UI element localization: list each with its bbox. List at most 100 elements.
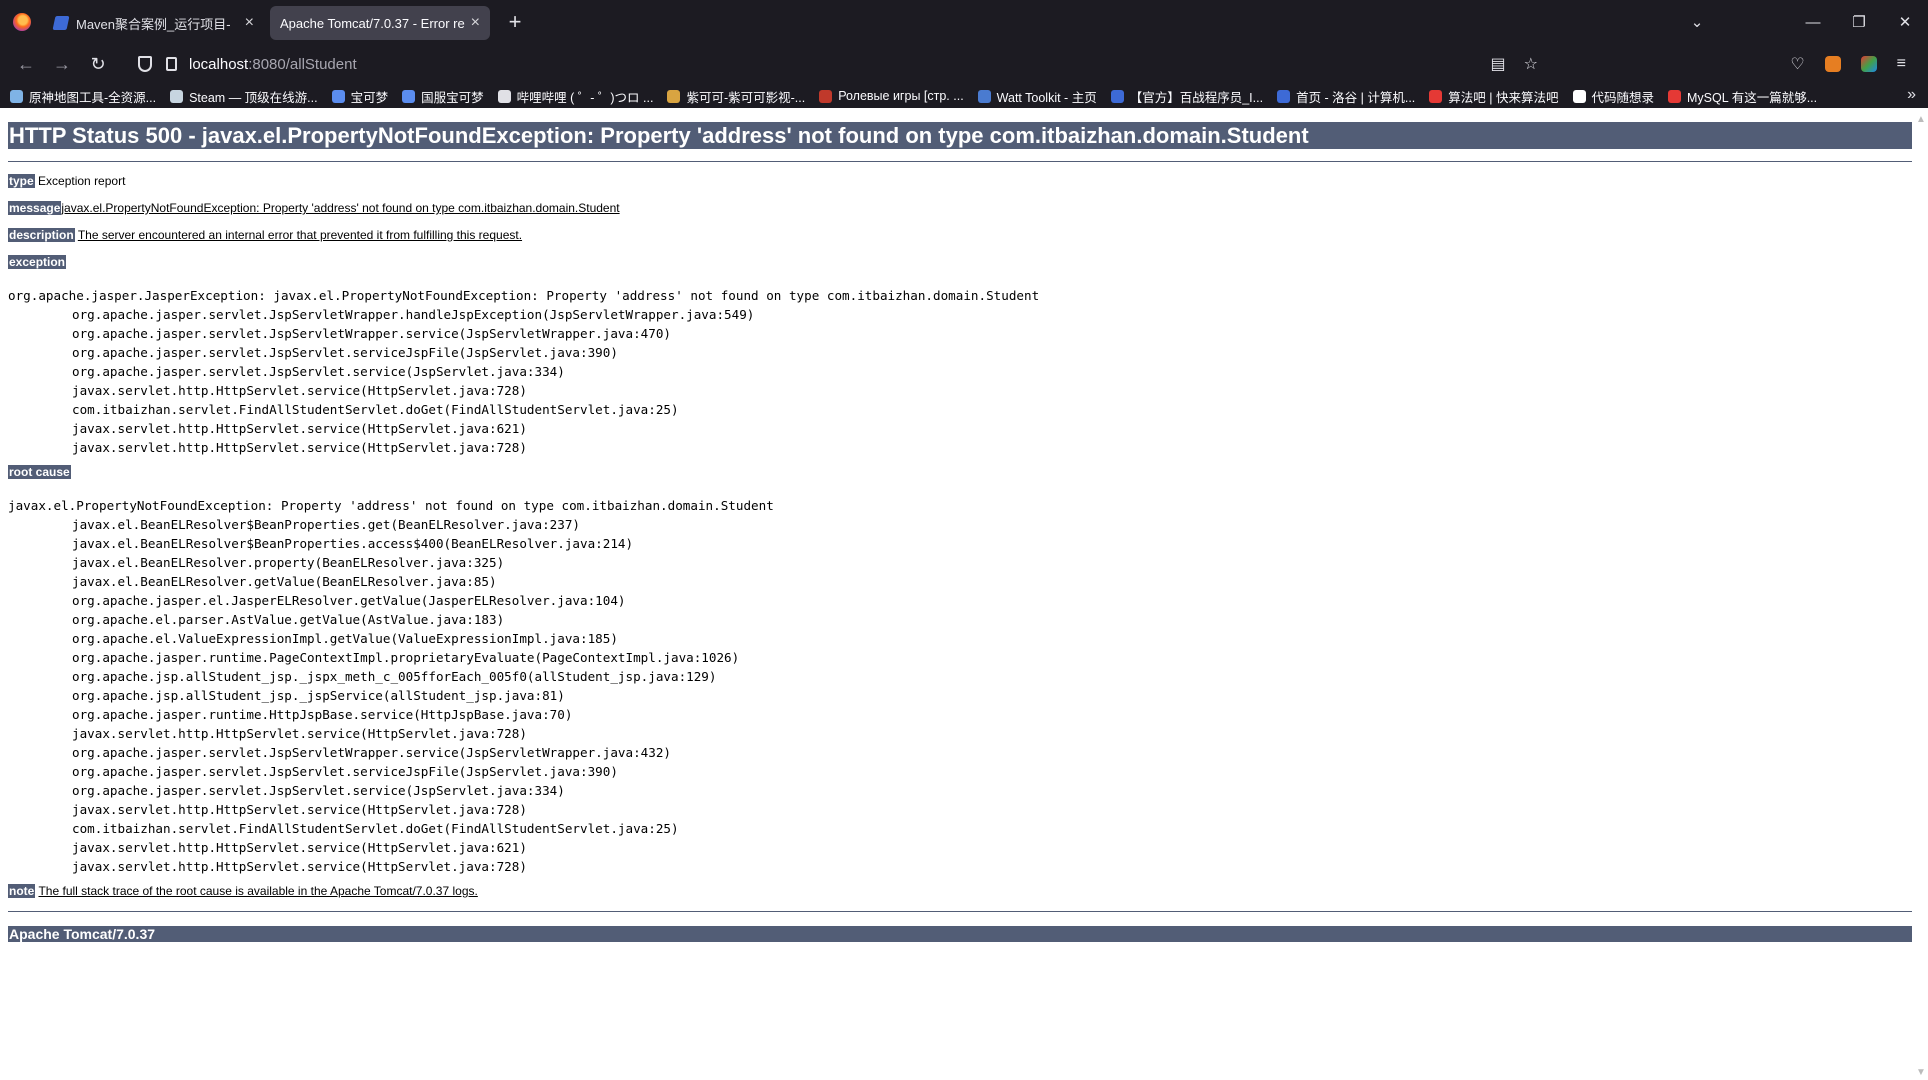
stack-frame: org.apache.jasper.servlet.JspServletWrap… xyxy=(72,326,671,341)
firefox-menu-icon[interactable] xyxy=(0,0,44,44)
stack-frame: org.apache.jasper.servlet.JspServlet.ser… xyxy=(72,364,565,379)
browser-chrome: Maven聚合案例_运行项目-【 × Apache Tomcat/7.0.37 … xyxy=(0,0,1928,108)
tab-tomcat-error[interactable]: Apache Tomcat/7.0.37 - Error rep × xyxy=(270,6,490,40)
url-path: :8080/allStudent xyxy=(248,55,357,73)
minimize-button[interactable]: — xyxy=(1790,14,1836,31)
note-label: note xyxy=(8,884,36,898)
forward-button[interactable]: → xyxy=(44,54,80,75)
bookmark-favicon-icon xyxy=(667,89,681,103)
extension-colorful-icon[interactable] xyxy=(1860,56,1877,72)
back-button[interactable]: ← xyxy=(8,54,44,75)
stack-frame: org.apache.jasper.runtime.HttpJspBase.se… xyxy=(72,707,573,722)
bookmark-item[interactable]: 宝可梦 xyxy=(331,87,389,106)
bookmark-label: Steam — 顶级在线游... xyxy=(189,90,318,105)
bookmark-favicon-icon xyxy=(170,89,184,103)
bookmark-favicon-icon xyxy=(10,89,23,103)
csdn-icon xyxy=(52,16,70,30)
bookmark-label: 紫可可-紫可可影视-... xyxy=(686,90,806,105)
note-row: note The full stack trace of the root ca… xyxy=(8,884,1912,899)
bookmark-item[interactable]: 代码随想录 xyxy=(1572,87,1655,106)
bookmark-star-icon[interactable]: ☆ xyxy=(1524,54,1538,74)
bookmarks-toolbar: 原神地图工具-全资源... Steam — 顶级在线游... 宝可梦 国服宝可梦 哔哩哔… xyxy=(0,84,1928,108)
divider xyxy=(8,911,1912,912)
bookmark-favicon-icon xyxy=(1277,89,1291,103)
bookmark-label: 算法吧 | 快来算法吧 xyxy=(1448,90,1559,105)
bookmark-favicon-icon xyxy=(1668,89,1682,103)
bookmark-item[interactable]: 哔哩哔哩 ( ゜- ゜)つロ ... xyxy=(497,87,654,106)
bookmark-label: 【官方】百战程序员_I... xyxy=(1129,90,1264,105)
stack-frame: org.apache.jsp.allStudent_jsp._jspServic… xyxy=(72,688,565,703)
scroll-down-icon[interactable]: ▼ xyxy=(1916,1067,1926,1078)
reader-view-icon[interactable]: ▤ xyxy=(1491,54,1506,74)
stack-frame: org.apache.jasper.servlet.JspServlet.ser… xyxy=(72,345,618,360)
bookmark-item[interactable]: Steam — 顶级在线游... xyxy=(170,87,318,106)
bookmark-favicon-icon xyxy=(1429,89,1443,103)
close-tab-icon[interactable]: × xyxy=(471,14,480,32)
page-info-icon[interactable] xyxy=(166,57,177,71)
bookmark-item[interactable]: 原神地图工具-全资源... xyxy=(10,87,156,106)
bookmark-item[interactable]: MySQL 有这一篇就够... xyxy=(1668,87,1817,106)
stack-frame: javax.servlet.http.HttpServlet.service(H… xyxy=(72,802,527,817)
divider xyxy=(8,161,1912,162)
list-all-tabs-icon[interactable]: ⌄ xyxy=(1674,13,1720,31)
root-cause-stack-trace: javax.el.PropertyNotFoundException: Prop… xyxy=(8,496,1912,876)
bookmark-label: Ролевые игры [стр. ... xyxy=(838,89,964,103)
bookmark-item[interactable]: 紫可可-紫可可影视-... xyxy=(667,87,805,106)
bookmark-label: 代码随想录 xyxy=(1591,90,1655,105)
root-cause-label: root cause xyxy=(8,465,71,479)
message-label: message xyxy=(8,201,62,215)
stack-frame: org.apache.jasper.el.JasperELResolver.ge… xyxy=(72,593,626,608)
bookmark-item[interactable]: Watt Toolkit - 主页 xyxy=(977,87,1097,106)
exception-head: org.apache.jasper.JasperException: javax… xyxy=(8,288,1040,303)
bookmark-favicon-icon xyxy=(977,89,991,103)
bookmark-item[interactable]: 算法吧 | 快来算法吧 xyxy=(1429,87,1559,106)
page-title: HTTP Status 500 - javax.el.PropertyNotFo… xyxy=(8,122,1912,149)
tab-title: Apache Tomcat/7.0.37 - Error rep xyxy=(280,15,465,31)
stack-frame: javax.servlet.http.HttpServlet.service(H… xyxy=(72,859,527,874)
stack-frame: org.apache.jasper.runtime.PageContextImp… xyxy=(72,650,740,665)
page-scrollbar[interactable]: ▲ ▼ xyxy=(1912,112,1928,1080)
stack-frame: javax.servlet.http.HttpServlet.service(H… xyxy=(72,726,527,741)
bookmark-item[interactable]: 【官方】百战程序员_I... xyxy=(1110,87,1264,106)
more-bookmarks-icon[interactable]: » xyxy=(1907,86,1916,104)
message-value: javax.el.PropertyNotFoundException: Prop… xyxy=(61,201,620,215)
stack-frame: javax.servlet.http.HttpServlet.service(H… xyxy=(72,421,527,436)
url-bar[interactable]: localhost:8080/allStudent ▤ ☆ xyxy=(128,48,1548,80)
root-cause-head: javax.el.PropertyNotFoundException: Prop… xyxy=(8,498,774,513)
bookmark-item[interactable]: 首页 - 洛谷 | 计算机... xyxy=(1277,87,1415,106)
note-value: The full stack trace of the root cause i… xyxy=(38,884,478,898)
extension-fox-icon[interactable] xyxy=(1824,56,1841,72)
stack-frame: javax.servlet.http.HttpServlet.service(H… xyxy=(72,840,527,855)
bookmark-item[interactable]: 国服宝可梦 xyxy=(402,87,484,106)
reload-button[interactable]: ↻ xyxy=(80,54,116,75)
tracking-protection-icon[interactable] xyxy=(138,56,152,72)
type-value: Exception report xyxy=(38,174,126,188)
new-tab-button[interactable]: + xyxy=(498,9,532,35)
tab-maven[interactable]: Maven聚合案例_运行项目-【 × xyxy=(44,6,264,40)
scroll-up-icon[interactable]: ▲ xyxy=(1916,114,1926,125)
bookmark-label: Watt Toolkit - 主页 xyxy=(996,90,1097,105)
window-controls: ⌄ — ❐ ✕ xyxy=(1674,0,1928,44)
close-window-button[interactable]: ✕ xyxy=(1882,13,1928,31)
description-row: description The server encountered an in… xyxy=(8,228,1912,243)
stack-frame: javax.el.BeanELResolver$BeanProperties.a… xyxy=(72,536,634,551)
bookmark-item[interactable]: Ролевые игры [стр. ... xyxy=(819,89,964,103)
restore-button[interactable]: ❐ xyxy=(1836,13,1882,31)
pocket-icon[interactable]: ♡ xyxy=(1790,54,1804,74)
close-tab-icon[interactable]: × xyxy=(245,14,254,32)
tab-strip: Maven聚合案例_运行项目-【 × Apache Tomcat/7.0.37 … xyxy=(0,0,1928,44)
stack-frame: org.apache.jasper.servlet.JspServletWrap… xyxy=(72,745,671,760)
bookmark-label: 哔哩哔哩 ( ゜- ゜)つロ ... xyxy=(516,90,654,105)
exception-label: exception xyxy=(8,255,67,269)
bookmark-favicon-icon xyxy=(402,89,416,103)
stack-frame: javax.el.BeanELResolver.getValue(BeanELR… xyxy=(72,574,497,589)
message-row: messagejavax.el.PropertyNotFoundExceptio… xyxy=(8,201,1912,216)
server-footer: Apache Tomcat/7.0.37 xyxy=(8,926,1912,942)
type-row: type Exception report xyxy=(8,174,1912,189)
stack-frame: javax.servlet.http.HttpServlet.service(H… xyxy=(72,440,527,455)
stack-frame: com.itbaizhan.servlet.FindAllStudentServ… xyxy=(72,821,679,836)
app-menu-icon[interactable]: ≡ xyxy=(1897,55,1906,73)
stack-frame: org.apache.jasper.servlet.JspServlet.ser… xyxy=(72,764,618,779)
bookmark-label: MySQL 有这一篇就够... xyxy=(1687,90,1818,105)
bookmark-label: 宝可梦 xyxy=(350,90,389,105)
